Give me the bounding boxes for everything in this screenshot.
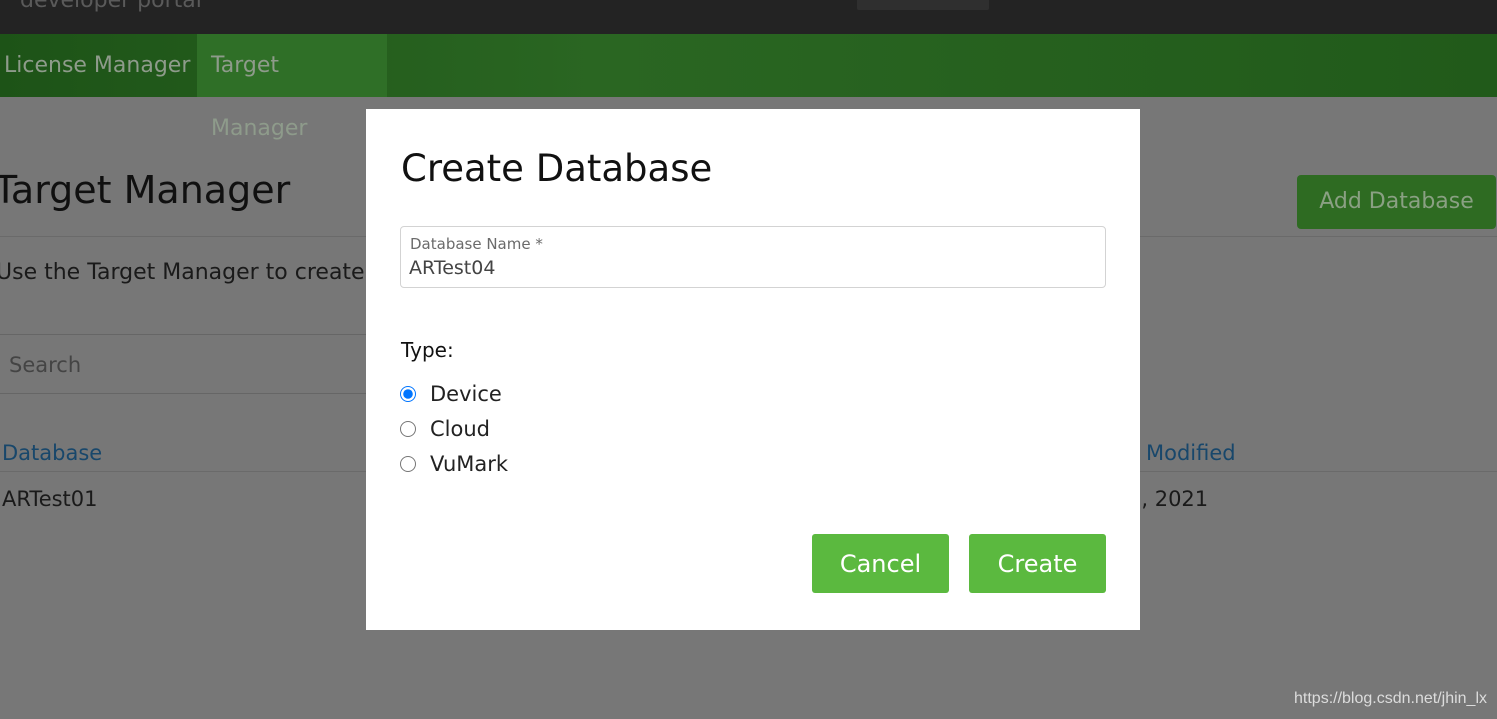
vumark-radio[interactable] bbox=[400, 456, 416, 472]
page-title: Target Manager bbox=[0, 168, 291, 212]
top-bar: developer portal bbox=[0, 0, 1497, 34]
nav-license-manager[interactable]: License Manager bbox=[0, 34, 204, 97]
column-header-modified[interactable]: Modified bbox=[1146, 441, 1236, 465]
watermark: https://blog.csdn.net/jhin_lx bbox=[1294, 690, 1488, 707]
type-option-device[interactable]: Device bbox=[400, 380, 502, 408]
type-option-cloud[interactable]: Cloud bbox=[400, 415, 490, 443]
intro-text: Use the Target Manager to create bbox=[0, 260, 365, 285]
vumark-radio-label: VuMark bbox=[430, 452, 509, 476]
table-cell-modified: 5, 2021 bbox=[1128, 487, 1209, 511]
device-radio-label: Device bbox=[430, 382, 502, 406]
brand-name: developer portal bbox=[20, 0, 202, 13]
search-input[interactable] bbox=[7, 347, 371, 383]
table-cell-database[interactable]: ARTest01 bbox=[2, 487, 98, 511]
database-name-label: Database Name * bbox=[410, 235, 543, 253]
dialog-title: Create Database bbox=[401, 147, 713, 190]
add-database-button[interactable]: Add Database bbox=[1297, 175, 1496, 229]
column-header-database[interactable]: Database bbox=[2, 441, 102, 465]
cancel-button[interactable]: Cancel bbox=[812, 534, 949, 593]
type-label: Type: bbox=[401, 338, 454, 362]
top-bar-box[interactable] bbox=[857, 0, 989, 10]
cloud-radio-label: Cloud bbox=[430, 417, 490, 441]
create-database-dialog: Create Database Database Name * Type: De… bbox=[366, 109, 1140, 630]
create-button[interactable]: Create bbox=[969, 534, 1106, 593]
database-name-input[interactable] bbox=[409, 255, 1089, 281]
search-container bbox=[0, 334, 379, 394]
type-option-vumark[interactable]: VuMark bbox=[400, 450, 508, 478]
cloud-radio[interactable] bbox=[400, 421, 416, 437]
device-radio[interactable] bbox=[400, 386, 416, 402]
nav-target-manager[interactable]: Target Manager bbox=[197, 34, 387, 141]
database-name-field[interactable]: Database Name * bbox=[400, 226, 1106, 288]
main-nav: License Manager Target Manager bbox=[0, 34, 1497, 141]
